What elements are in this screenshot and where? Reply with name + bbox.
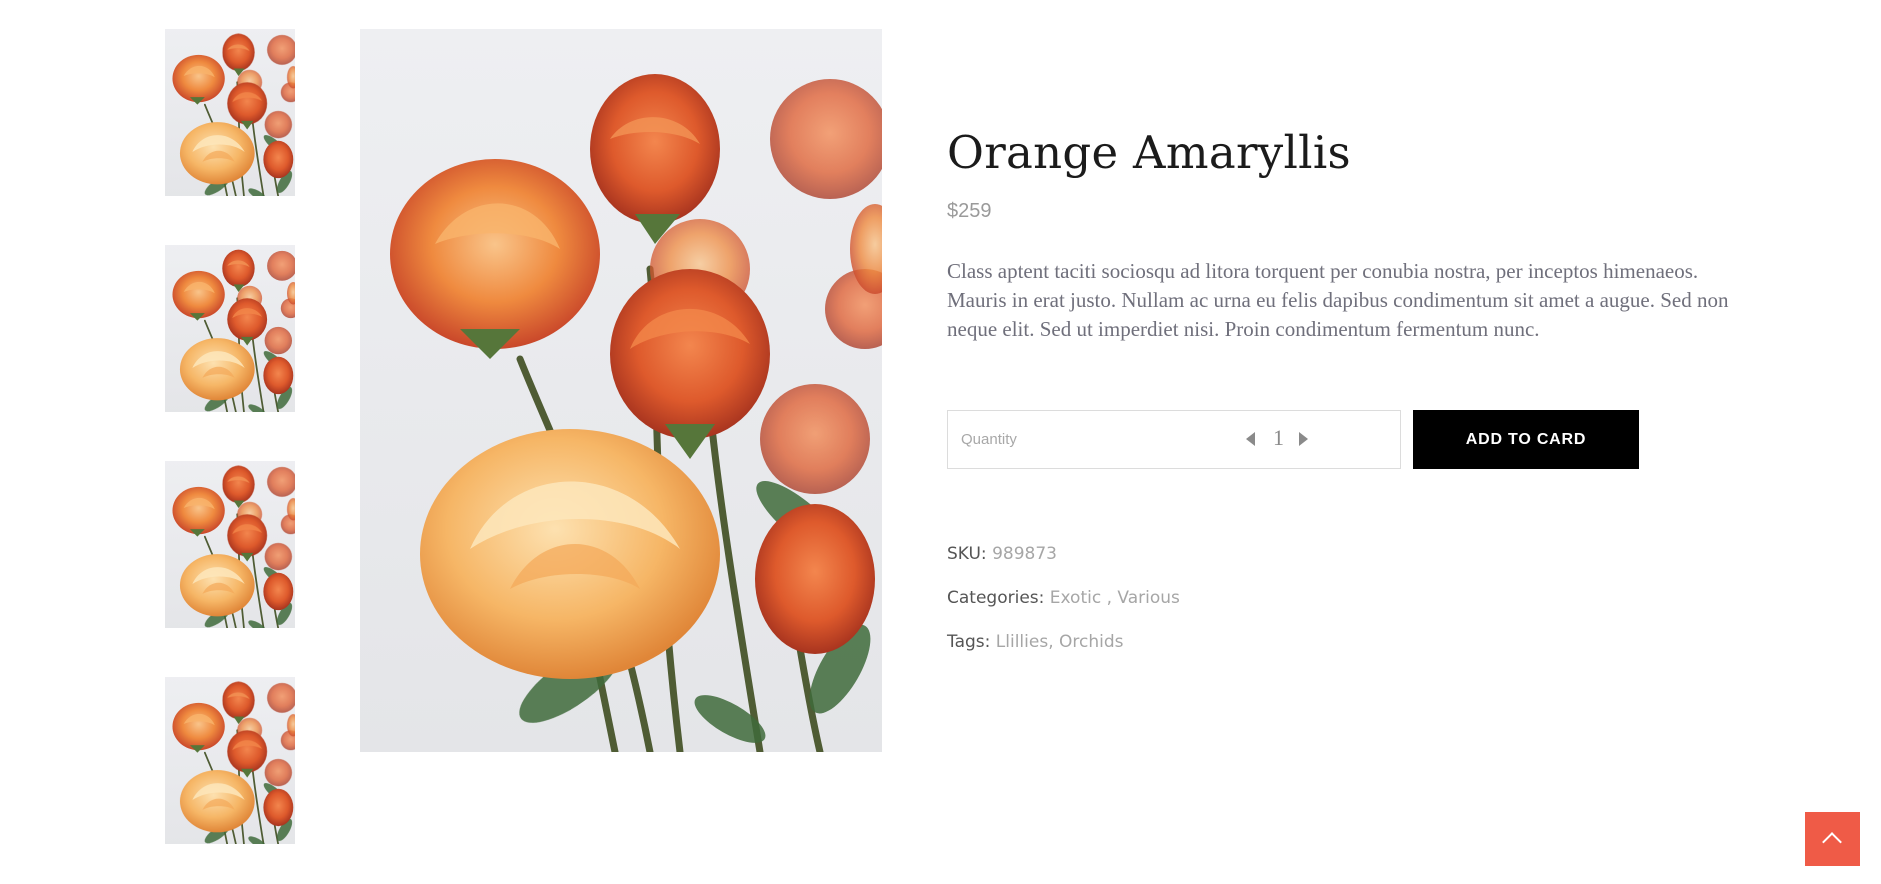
rose-image [165,245,295,412]
back-to-top-button[interactable] [1805,812,1860,866]
tag-link-lillies[interactable]: Llillies [996,632,1048,652]
rose-image [165,677,295,844]
product-price: $259 [947,200,992,222]
caret-left-icon[interactable] [1246,432,1255,446]
main-product-image[interactable] [360,29,882,752]
product-description: Class aptent taciti sociosqu ad litora t… [947,259,1729,341]
tags-label: Tags: [947,632,991,652]
rose-image [165,29,295,196]
quantity-input[interactable] [1266,425,1291,451]
sku-line: SKU: 989873 [947,542,1180,586]
thumbnail-2[interactable] [165,245,295,412]
category-link-exotic[interactable]: Exotic [1050,588,1101,608]
tag-link-orchids[interactable]: Orchids [1059,632,1124,652]
product-title: Orange Amaryllis [947,126,1351,179]
thumbnail-1[interactable] [165,29,295,196]
caret-right-icon[interactable] [1299,432,1308,446]
category-link-various[interactable]: Various [1117,588,1179,608]
rose-image [165,461,295,628]
tags-line: Tags: Llillies, Orchids [947,632,1124,652]
categories-line: Categories: Exotic , Various [947,588,1180,608]
add-to-cart-button[interactable]: ADD TO CARD [1413,410,1639,469]
quantity-stepper: Quantity [947,410,1401,469]
categories-label: Categories: [947,588,1045,608]
thumbnail-gallery [165,29,295,884]
rose-image [360,29,882,752]
quantity-label: Quantity [961,431,1017,448]
sku-label: SKU: [947,544,987,564]
product-meta: SKU: 989873 Categories: Exotic , Various… [947,542,1180,674]
thumbnail-4[interactable] [165,677,295,844]
product-summary: Orange Amaryllis $259 Class aptent tacit… [947,120,1747,344]
product-page: Orange Amaryllis $259 Class aptent tacit… [0,0,1881,884]
sku-value: 989873 [992,544,1057,564]
chevron-up-icon [1822,832,1842,852]
thumbnail-3[interactable] [165,461,295,628]
